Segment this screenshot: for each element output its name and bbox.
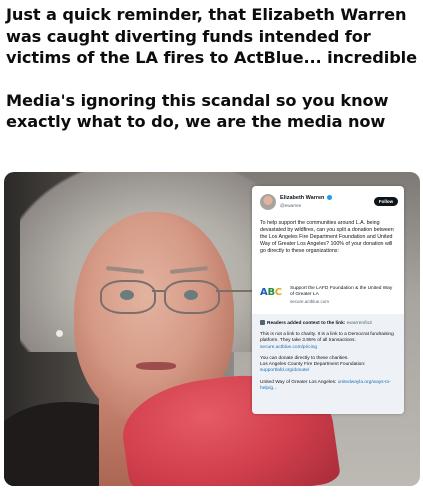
- note-link: secure.actblue.com/pricing: [260, 344, 318, 350]
- link-card-title: Support the LAFD Foundation & the United…: [290, 286, 393, 297]
- caption-paragraph-1: Just a quick reminder, that Elizabeth Wa…: [6, 5, 418, 67]
- glasses-lens: [100, 280, 156, 314]
- tweet-card: Elizabeth Warren @ewarren Follow To help…: [252, 186, 404, 414]
- earring: [56, 330, 63, 337]
- community-note-header: Readers added context to the link: ewarr…: [260, 320, 372, 326]
- avatar: [260, 194, 276, 210]
- post-image[interactable]: Elizabeth Warren @ewarren Follow To help…: [4, 172, 420, 486]
- follow-button: Follow: [374, 197, 398, 206]
- abc-logo: ABC: [260, 287, 282, 298]
- community-note-body: This is not a link to charity. It is a l…: [260, 332, 394, 392]
- people-icon: [260, 320, 265, 325]
- portrait-mouth: [136, 362, 176, 370]
- verified-icon: [326, 195, 332, 201]
- tweet-author-name: Elizabeth Warren: [280, 195, 325, 201]
- post-caption: Just a quick reminder, that Elizabeth Wa…: [6, 4, 418, 133]
- community-note: Readers added context to the link: ewarr…: [252, 314, 404, 414]
- tweet-author-handle: @ewarren: [280, 203, 302, 208]
- tweet-text: To help support the communities around L…: [260, 220, 394, 254]
- tweet-header: Elizabeth Warren @ewarren Follow: [260, 194, 398, 214]
- glasses-bridge: [152, 290, 166, 292]
- glasses-lens: [164, 280, 220, 314]
- caption-paragraph-2: Media's ignoring this scandal so you kno…: [6, 90, 389, 132]
- link-card-url: secure.actblue.com: [290, 299, 330, 304]
- tweet-link-card: ABC Support the LAFD Foundation & the Un…: [260, 284, 396, 308]
- note-link: supportlafd.org/donate/: [260, 368, 310, 374]
